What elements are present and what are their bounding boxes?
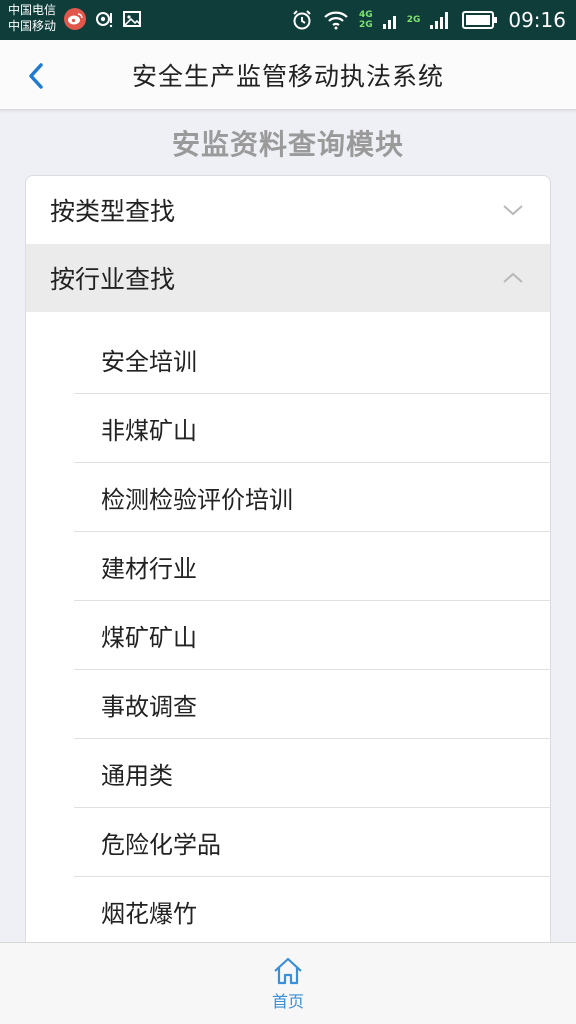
alarm-icon — [293, 10, 311, 30]
chevron-up-icon — [503, 272, 523, 283]
network-label-2g-a: 2G — [359, 20, 373, 30]
title-bar: 安全生产监管移动执法系统 — [0, 40, 576, 110]
module-title: 安监资料查询模块 — [171, 128, 404, 161]
network-label-4g: 4G — [359, 10, 373, 20]
battery-icon — [462, 11, 498, 29]
carrier-1: 中国电信 — [8, 3, 57, 17]
section-by-type-label: 按类型查找 — [50, 197, 176, 226]
industry-list: 安全培训 非煤矿山 检测检验评价培训 建材行业 煤矿矿山 事故调查 通用类 危险… — [26, 312, 550, 946]
app-title: 安全生产监管移动执法系统 — [131, 62, 444, 91]
image-icon — [122, 9, 142, 29]
list-item[interactable]: 安全培训 — [74, 312, 550, 394]
nav-home-label: 首页 — [271, 991, 304, 1011]
chevron-down-icon — [503, 205, 523, 216]
weibo-icon — [64, 8, 86, 30]
list-item[interactable]: 建材行业 — [74, 532, 550, 601]
signal-icon — [382, 16, 396, 29]
section-by-industry[interactable]: 按行业查找 — [26, 244, 550, 312]
nav-home-button[interactable]: 首页 — [248, 949, 328, 1019]
home-icon — [274, 957, 302, 984]
status-right: 4G 2G 2G 09:16 — [291, 0, 566, 40]
query-card: 按类型查找 按行业查找 安全培训 非煤矿山 检测检验评价培训 建材行业 煤矿矿山… — [25, 175, 551, 975]
list-item[interactable]: 煤矿矿山 — [74, 601, 550, 670]
list-item[interactable]: 检测检验评价培训 — [74, 463, 550, 532]
carrier-labels: 中国电信 中国移动 — [8, 2, 56, 34]
back-button[interactable] — [18, 58, 54, 94]
list-item[interactable]: 烟花爆竹 — [74, 877, 550, 946]
list-item[interactable]: 事故调查 — [74, 670, 550, 739]
network-stack-2: 2G — [407, 15, 421, 25]
status-bar: 中国电信 中国移动 4G 2G 2G 09:16 — [0, 0, 576, 40]
clock: 09:16 — [508, 8, 566, 32]
list-item[interactable]: 非煤矿山 — [74, 394, 550, 463]
chevron-left-icon — [29, 63, 43, 89]
network-label-2g-b: 2G — [406, 15, 421, 25]
list-item[interactable]: 通用类 — [74, 739, 550, 808]
bottom-nav: 首页 — [0, 942, 576, 1024]
list-item[interactable]: 危险化学品 — [74, 808, 550, 877]
location-eye-icon — [94, 9, 114, 29]
wifi-icon — [324, 11, 348, 30]
section-by-type[interactable]: 按类型查找 — [26, 176, 550, 244]
section-by-industry-label: 按行业查找 — [50, 265, 176, 294]
network-stack-1: 4G 2G — [359, 10, 373, 30]
carrier-2: 中国移动 — [8, 19, 57, 33]
signal-icon-2 — [430, 12, 449, 29]
